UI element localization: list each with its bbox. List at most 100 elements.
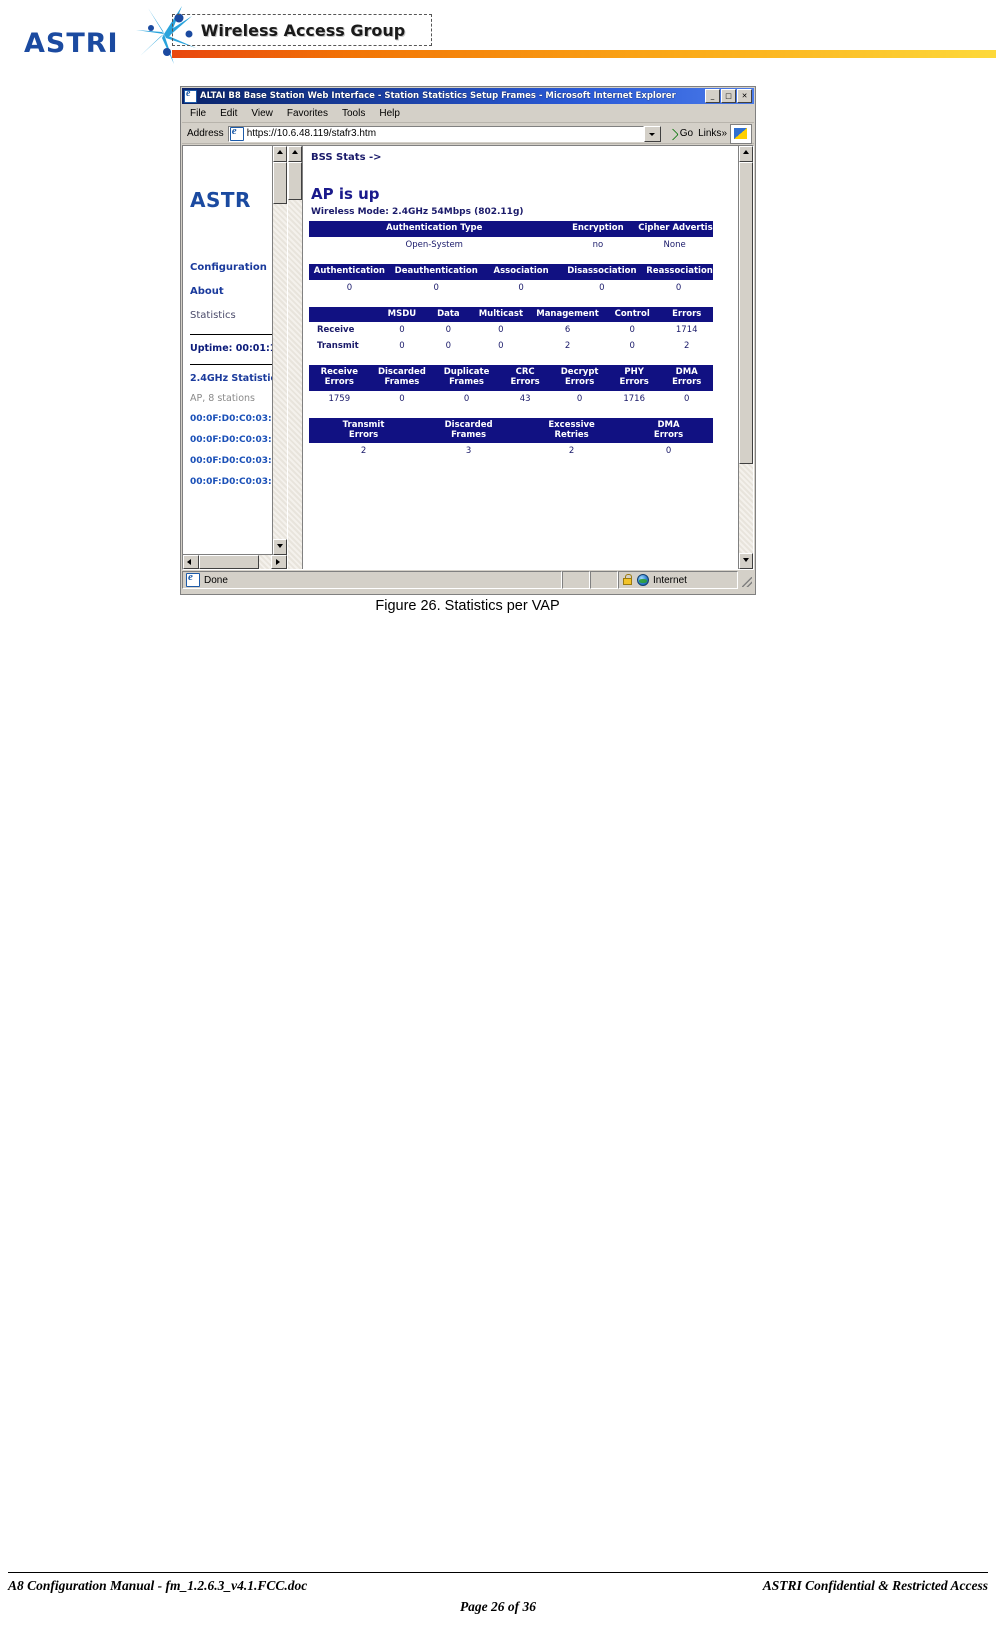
menu-item-file[interactable]: File	[190, 108, 206, 119]
browser-window: ALTAI B8 Base Station Web Interface - St…	[180, 86, 756, 595]
cell-cipher-advertised: None	[636, 236, 713, 253]
cell-transmit-data: 0	[426, 338, 471, 355]
content-scroll-thumb[interactable]	[739, 162, 753, 464]
menu-item-tools[interactable]: Tools	[342, 108, 365, 119]
nav-horizontal-scrollbar[interactable]	[183, 554, 287, 569]
col-phy-errors: PHY Errors	[607, 365, 661, 391]
col-excessive-retries: Excessive Retries	[519, 417, 625, 444]
col-duplicate-frames: Duplicate Frames	[434, 365, 499, 391]
header-accent-rule	[172, 50, 996, 58]
globe-icon	[637, 574, 649, 586]
col-cipher-advertised: Cipher Advertised	[636, 221, 724, 237]
table-row: Open-System no None	[309, 236, 713, 253]
nav-divider-1	[190, 334, 285, 335]
cell-receive-msdu: 0	[377, 322, 427, 339]
wireless-access-group-label: Wireless Access Group	[200, 21, 406, 40]
security-zone-label: Internet	[653, 574, 687, 586]
frame-divider-scrollbar[interactable]	[288, 146, 303, 569]
cell-receive-multicast: 0	[470, 322, 532, 339]
links-button[interactable]: Links»	[698, 128, 730, 139]
col-authentication: Authentication	[309, 263, 390, 280]
nav-scroll-thumb[interactable]	[273, 162, 287, 204]
lock-icon	[622, 574, 633, 586]
cell-transmit-multicast: 0	[470, 338, 532, 355]
messenger-icon[interactable]	[730, 123, 752, 144]
nav-hscroll-thumb[interactable]	[199, 555, 259, 569]
menu-item-edit[interactable]: Edit	[220, 108, 237, 119]
content-scroll-track[interactable]	[739, 464, 753, 553]
footer-page-number: Page 26 of 36	[459, 1599, 537, 1614]
main-content-frame: BSS Stats -> AP is up Wireless Mode: 2.4…	[288, 146, 753, 569]
content-scroll-up-button[interactable]	[739, 146, 753, 162]
minimize-button[interactable]: _	[705, 89, 720, 103]
footer-confidentiality-notice: ASTRI Confidential & Restricted Access	[762, 1578, 988, 1593]
col-deauthentication: Deauthentication	[389, 263, 483, 280]
cell-tx-discarded-frames: 3	[418, 443, 520, 460]
address-label: Address	[187, 128, 224, 139]
breadcrumb: BSS Stats ->	[311, 152, 382, 163]
frame-scroll-thumb[interactable]	[288, 162, 302, 200]
col-association: Association	[482, 263, 560, 280]
nav-hscroll-left-button[interactable]	[183, 555, 199, 569]
table-row: Transmit 0 0 0 2 0 2	[309, 338, 713, 355]
cell-transmit-control: 0	[603, 338, 661, 355]
address-dropdown-button[interactable]	[643, 125, 661, 142]
frame-scroll-up-button[interactable]	[288, 146, 302, 162]
col-dma-errors: DMA Errors	[660, 365, 713, 391]
col-management: Management	[531, 306, 604, 323]
nav-scroll-down-button[interactable]	[273, 539, 287, 555]
resize-grip[interactable]	[738, 571, 754, 589]
status-message: Done	[182, 571, 562, 589]
col-tx-dma-errors: DMA Errors	[624, 417, 713, 444]
security-zone-pane[interactable]: Internet	[618, 571, 738, 589]
status-page-icon	[186, 571, 200, 587]
table-row: 0 0 0 0 0	[309, 279, 713, 296]
browser-statusbar: Done Internet	[182, 571, 754, 589]
nav-divider-2	[190, 364, 285, 365]
table-header-row: MSDU Data Multicast Management Control E…	[309, 306, 713, 323]
menu-item-view[interactable]: View	[251, 108, 273, 119]
nav-hscroll-track[interactable]	[199, 555, 271, 569]
astri-logo: ASTRI	[18, 4, 196, 64]
frame-scroll-track[interactable]	[288, 200, 302, 569]
footer-divider	[8, 1572, 988, 1573]
col-discarded-frames: Discarded Frames	[369, 365, 435, 391]
go-button[interactable]: Go	[662, 128, 698, 139]
address-input[interactable]: https://10.6.48.119/stafr3.htm	[227, 125, 644, 142]
maximize-button[interactable]: □	[721, 89, 736, 103]
col-tx-discarded-frames: Discarded Frames	[418, 417, 520, 444]
browser-titlebar: ALTAI B8 Base Station Web Interface - St…	[182, 88, 754, 104]
wireless-access-group-box: Wireless Access Group	[172, 14, 432, 46]
internet-explorer-icon	[184, 88, 197, 103]
nav-scroll-track[interactable]	[273, 204, 287, 539]
status-text: Done	[204, 574, 228, 586]
menu-item-favorites[interactable]: Favorites	[287, 108, 328, 119]
cell-authentication-type: Open-System	[309, 236, 560, 253]
content-scroll-down-button[interactable]	[739, 553, 753, 569]
col-crc-errors: CRC Errors	[498, 365, 552, 391]
col-disassociation: Disassociation	[559, 263, 645, 280]
browser-menubar: File Edit View Favorites Tools Help	[182, 105, 754, 123]
browser-addressbar: Address https://10.6.48.119/stafr3.htm G…	[182, 123, 754, 144]
status-pane-empty-1	[562, 571, 590, 589]
status-pane-empty-2	[590, 571, 618, 589]
nav-hscroll-right-button[interactable]	[271, 555, 287, 569]
go-arrow-icon	[667, 128, 678, 139]
nav-vertical-scrollbar[interactable]	[272, 146, 287, 555]
col-data: Data	[426, 306, 471, 323]
row-label-transmit: Transmit	[309, 338, 378, 355]
table-row: 2 3 2 0	[309, 443, 713, 460]
cell-phy-errors: 1716	[607, 390, 661, 407]
cell-encryption: no	[559, 236, 637, 253]
close-button[interactable]: ✕	[737, 89, 752, 103]
cell-excessive-retries: 2	[519, 443, 625, 460]
cell-transmit-errors: 2	[309, 443, 419, 460]
go-button-label: Go	[679, 128, 694, 139]
cell-transmit-errors: 2	[660, 338, 713, 355]
cell-receive-control: 0	[603, 322, 661, 339]
menu-item-help[interactable]: Help	[379, 108, 400, 119]
window-controls: _ □ ✕	[705, 89, 752, 103]
cell-disassociation: 0	[559, 279, 645, 296]
content-vertical-scrollbar[interactable]	[738, 146, 753, 569]
nav-scroll-up-button[interactable]	[273, 146, 287, 162]
